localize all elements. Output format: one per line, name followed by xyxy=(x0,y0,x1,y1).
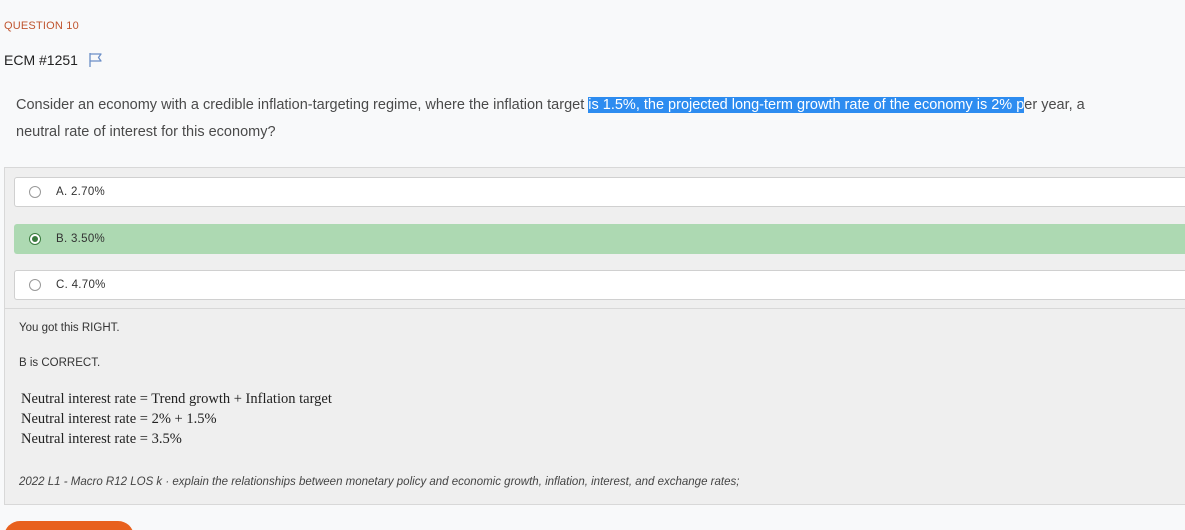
question-id: ECM #1251 xyxy=(4,52,78,68)
los-reference: 2022 L1 - Macro R12 LOS k · explain the … xyxy=(19,476,740,488)
correct-answer-message: B is CORRECT. xyxy=(19,357,101,369)
question-stem: Consider an economy with a credible infl… xyxy=(16,92,1185,146)
question-page: QUESTION 10 ECM #1251 Consider an econom… xyxy=(0,0,1185,530)
option-label: C. 4.70% xyxy=(56,279,106,291)
question-number: QUESTION 10 xyxy=(4,20,79,32)
question-stem-line-1: Consider an economy with a credible infl… xyxy=(16,97,1085,113)
next-button[interactable] xyxy=(4,521,134,530)
formula-line: Neutral interest rate = Trend growth + I… xyxy=(21,391,332,407)
formula-line: Neutral interest rate = 3.5% xyxy=(21,431,182,447)
answer-feedback: You got this RIGHT. B is CORRECT. Neutra… xyxy=(4,309,1185,505)
result-message: You got this RIGHT. xyxy=(19,322,120,334)
option-label: B. 3.50% xyxy=(56,233,106,245)
question-stem-line-2: neutral rate of interest for this econom… xyxy=(16,124,276,140)
radio-button[interactable] xyxy=(29,279,41,291)
selected-text: is 1.5%, the projected long-term growth … xyxy=(588,97,1025,113)
explanation-formula: Neutral interest rate = Trend growth + I… xyxy=(21,389,332,449)
question-id-row: ECM #1251 xyxy=(4,52,104,68)
option-b[interactable]: B. 3.50% xyxy=(14,224,1185,254)
answer-options: A. 2.70% B. 3.50% C. 4.70% xyxy=(4,167,1185,309)
radio-button[interactable] xyxy=(29,186,41,198)
option-c[interactable]: C. 4.70% xyxy=(14,270,1185,300)
option-label: A. 2.70% xyxy=(56,186,106,198)
flag-icon[interactable] xyxy=(88,52,104,68)
option-a[interactable]: A. 2.70% xyxy=(14,177,1185,207)
radio-button-selected[interactable] xyxy=(29,233,41,245)
formula-line: Neutral interest rate = 2% + 1.5% xyxy=(21,411,217,427)
